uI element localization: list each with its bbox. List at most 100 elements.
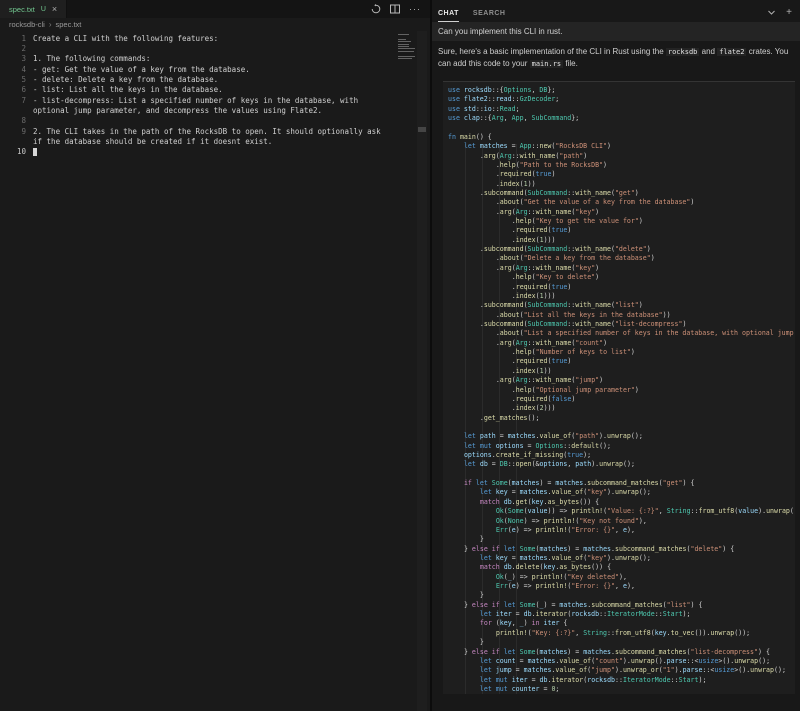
code-line: .subcommand(SubCommand::with_name("delet… [448,245,795,254]
code-line: .index(1)) [448,180,795,189]
minimap-line [398,58,412,59]
inline-code: main.rs [530,60,564,68]
tab-spec-txt[interactable]: spec.txt U × [0,0,67,18]
history-icon[interactable] [371,4,381,14]
code-line: .help("Optional jump parameter") [448,386,795,395]
code-line: .help("Path to the RocksDB") [448,161,795,170]
minimap-line [398,51,414,52]
code-line: Err(e) => println!("Error: {}", e), [448,582,795,591]
inline-code: rocksdb [666,48,700,56]
editor-line[interactable]: 4- get: Get the value of a key from the … [0,64,400,74]
code-line: } else if let Some(matches) = matches.su… [448,545,795,554]
editor-line[interactable]: 7- list-decompress: List a specified num… [0,95,400,105]
chat-panel: CHAT SEARCH + Can you implement this CLI… [432,0,800,711]
minimap-line [398,34,409,35]
code-line: } else if let Some(_) = matches.subcomma… [448,601,795,610]
add-icon[interactable]: + [786,8,792,18]
tab-filename: spec.txt [9,5,35,14]
code-line: match db.get(key.as_bytes()) { [448,498,795,507]
code-line: use flate2::read::GzDecoder; [448,95,795,104]
line-number: 7 [0,96,33,105]
editor-line[interactable]: if the database should be created if it … [0,136,400,146]
line-number: 2 [0,44,33,53]
editor-line-text: 2. The CLI takes in the path of the Rock… [33,127,381,136]
code-line: .arg(Arg::with_name("jump") [448,376,795,385]
indent-guide [465,144,466,694]
chevron-down-icon[interactable] [767,4,776,22]
code-line: .index(1))) [448,292,795,301]
code-line: .about("List a specified number of keys … [448,329,795,338]
code-line: let mut iter = db.iterator(rocksdb::Iter… [448,676,795,685]
code-line: let jump = matches.value_of("jump").unwr… [448,666,795,675]
line-number: 9 [0,127,33,136]
code-line: use clap::{Arg, App, SubCommand}; [448,114,795,123]
code-line: Ok(Some(value)) => println!("Value: {:?}… [448,507,795,516]
user-message: Can you implement this CLI in rust. [432,22,800,41]
code-line: } [448,535,795,544]
breadcrumb[interactable]: rocksdb-cli › spec.txt [0,18,439,31]
code-line: .required(false) [448,395,795,404]
line-number: 1 [0,34,33,43]
assistant-text: Sure, here's a basic implementation of t… [438,46,790,70]
editor-line-text: Create a CLI with the following features… [33,34,218,43]
code-line: .about("List all the keys in the databas… [448,311,795,320]
code-line: .subcommand(SubCommand::with_name("list-… [448,320,795,329]
code-line: let mut counter = 0; [448,685,795,694]
code-line: if let Some(matches) = matches.subcomman… [448,479,795,488]
tab-search[interactable]: SEARCH [473,10,506,22]
code-line: Ok(None) => println!("Key not found"), [448,517,795,526]
indent-guide [482,144,483,694]
code-line: .required(true) [448,357,795,366]
code-line: match db.delete(key.as_bytes()) { [448,563,795,572]
code-line: for (key, _) in iter { [448,619,795,628]
minimap-line [398,39,406,40]
code-line: .index(1)) [448,367,795,376]
close-icon[interactable]: × [52,5,57,14]
editor-tab-bar: spec.txt U × ··· [0,0,430,18]
code-line: .subcommand(SubCommand::with_name("list"… [448,301,795,310]
code-line: .arg(Arg::with_name("path") [448,152,795,161]
editor-scrollbar[interactable] [417,31,427,711]
chevron-right-icon: › [49,20,52,29]
code-line: .required(true) [448,283,795,292]
editor-line[interactable]: 10 [0,147,400,157]
chat-header: CHAT SEARCH + [432,0,800,22]
editor-line[interactable]: 8 [0,116,400,126]
editor-line[interactable]: 5- delete: Delete a key from the databas… [0,74,400,84]
breadcrumb-folder[interactable]: rocksdb-cli [9,20,45,29]
editor-line-text: optional jump parameter, and decompress … [33,106,322,115]
breadcrumb-file[interactable]: spec.txt [56,20,82,29]
editor-line[interactable]: 1Create a CLI with the following feature… [0,33,400,43]
code-line: .index(2))) [448,404,795,413]
code-line [448,470,795,479]
editor-line[interactable]: 31. The following commands: [0,54,400,64]
minimap[interactable] [398,34,416,63]
editor-line-text [33,147,37,156]
code-line: use rocksdb::{Options, DB}; [448,86,795,95]
code-line: let key = matches.value_of("key").unwrap… [448,554,795,563]
editor-content[interactable]: 1Create a CLI with the following feature… [0,31,430,711]
editor-line[interactable]: 92. The CLI takes in the path of the Roc… [0,126,400,136]
code-line: Ok(_) => println!("Key deleted"), [448,573,795,582]
more-actions-icon[interactable]: ··· [409,4,421,14]
tab-chat[interactable]: CHAT [438,10,459,22]
split-editor-icon[interactable] [390,4,400,14]
editor-lines: 1Create a CLI with the following feature… [0,33,400,157]
code-line: .help("Key to get the value for") [448,217,795,226]
line-number: 5 [0,75,33,84]
minimap-line [398,44,409,45]
minimap-line [398,41,411,42]
editor-line[interactable]: 6- list: List all the keys in the databa… [0,85,400,95]
code-line: let iter = db.iterator(rocksdb::Iterator… [448,610,795,619]
code-line: .help("Number of keys to list") [448,348,795,357]
line-number: 3 [0,54,33,63]
line-number: 8 [0,116,33,125]
editor-line[interactable]: 2 [0,43,400,53]
editor-line[interactable]: optional jump parameter, and decompress … [0,105,400,115]
scrollbar-marker [418,127,426,132]
editor-line-text: - get: Get the value of a key from the d… [33,65,250,74]
code-line: fn main() { [448,133,795,142]
code-line: let count = matches.value_of("count").un… [448,657,795,666]
code-line: let db = DB::open(&options, path).unwrap… [448,460,795,469]
editor-line-text: - list: List all the keys in the databas… [33,85,223,94]
